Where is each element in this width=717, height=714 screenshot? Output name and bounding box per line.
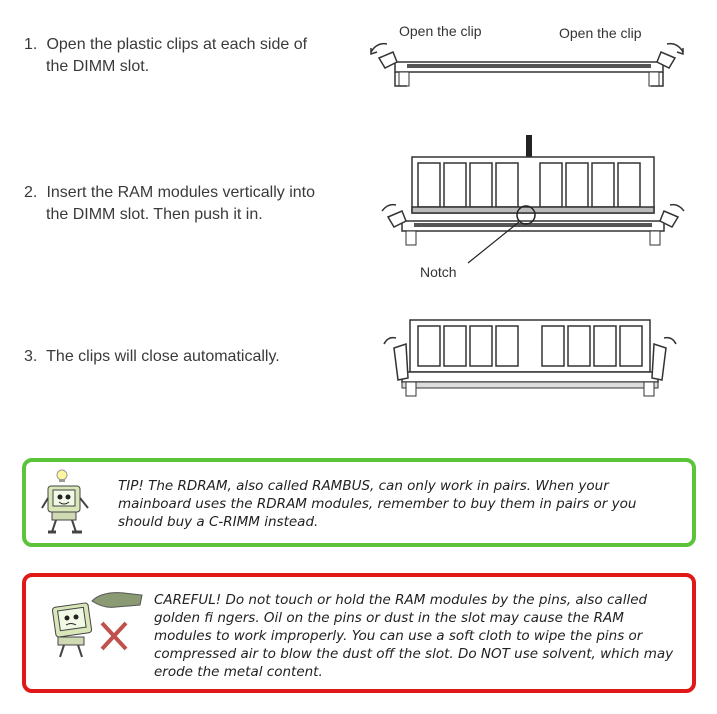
- step-1-line-2: the DIMM slot.: [46, 58, 150, 75]
- open-clip-label-right: Open the clip: [559, 25, 642, 41]
- step-3-line-1: The clips will close automatically.: [46, 348, 280, 365]
- dimm-slot-icon: [394, 61, 664, 87]
- figure-clips-closed: [380, 318, 690, 398]
- computer-mascot-no-touch-icon: [46, 587, 146, 664]
- figure-insert-module: Notch: [380, 135, 690, 285]
- step-2-line-2: the DIMM slot. Then push it in.: [46, 206, 263, 223]
- ram-module-icon: [409, 319, 651, 373]
- clip-right-icon: [651, 336, 677, 381]
- computer-mascot-lightbulb-icon: [40, 468, 92, 541]
- step-2-number: 2.: [24, 184, 38, 201]
- step-1-line-1: Open the plastic clips at each side of: [46, 36, 308, 53]
- notch-label: Notch: [420, 264, 457, 280]
- step-2-text: 2. Insert the RAM modules vertically int…: [24, 182, 315, 226]
- step-3-number: 3.: [24, 348, 38, 365]
- step-2-line-1: Insert the RAM modules vertically into: [46, 184, 315, 201]
- clip-right-icon: [656, 42, 684, 69]
- clip-left-icon: [370, 42, 398, 69]
- clip-left-icon: [383, 336, 409, 381]
- figure-open-clips: Open the clip Open the clip: [365, 18, 690, 90]
- step-1-number: 1.: [24, 36, 38, 53]
- careful-text: CAREFUL! Do not touch or hold the RAM mo…: [154, 592, 674, 680]
- step-3-text: 3. The clips will close automatically.: [24, 346, 280, 368]
- careful-box: CAREFUL! Do not touch or hold the RAM mo…: [22, 573, 696, 693]
- ram-module-icon: [411, 156, 655, 214]
- step-1-text: 1. Open the plastic clips at each side o…: [24, 34, 307, 78]
- tip-box: TIP! The RDRAM, also called RAMBUS, can …: [22, 458, 696, 547]
- open-clip-label-left: Open the clip: [399, 23, 482, 39]
- dimm-slot-icon: [401, 220, 665, 246]
- dimm-slot-icon: [401, 371, 659, 397]
- tip-text: TIP! The RDRAM, also called RAMBUS, can …: [118, 478, 637, 530]
